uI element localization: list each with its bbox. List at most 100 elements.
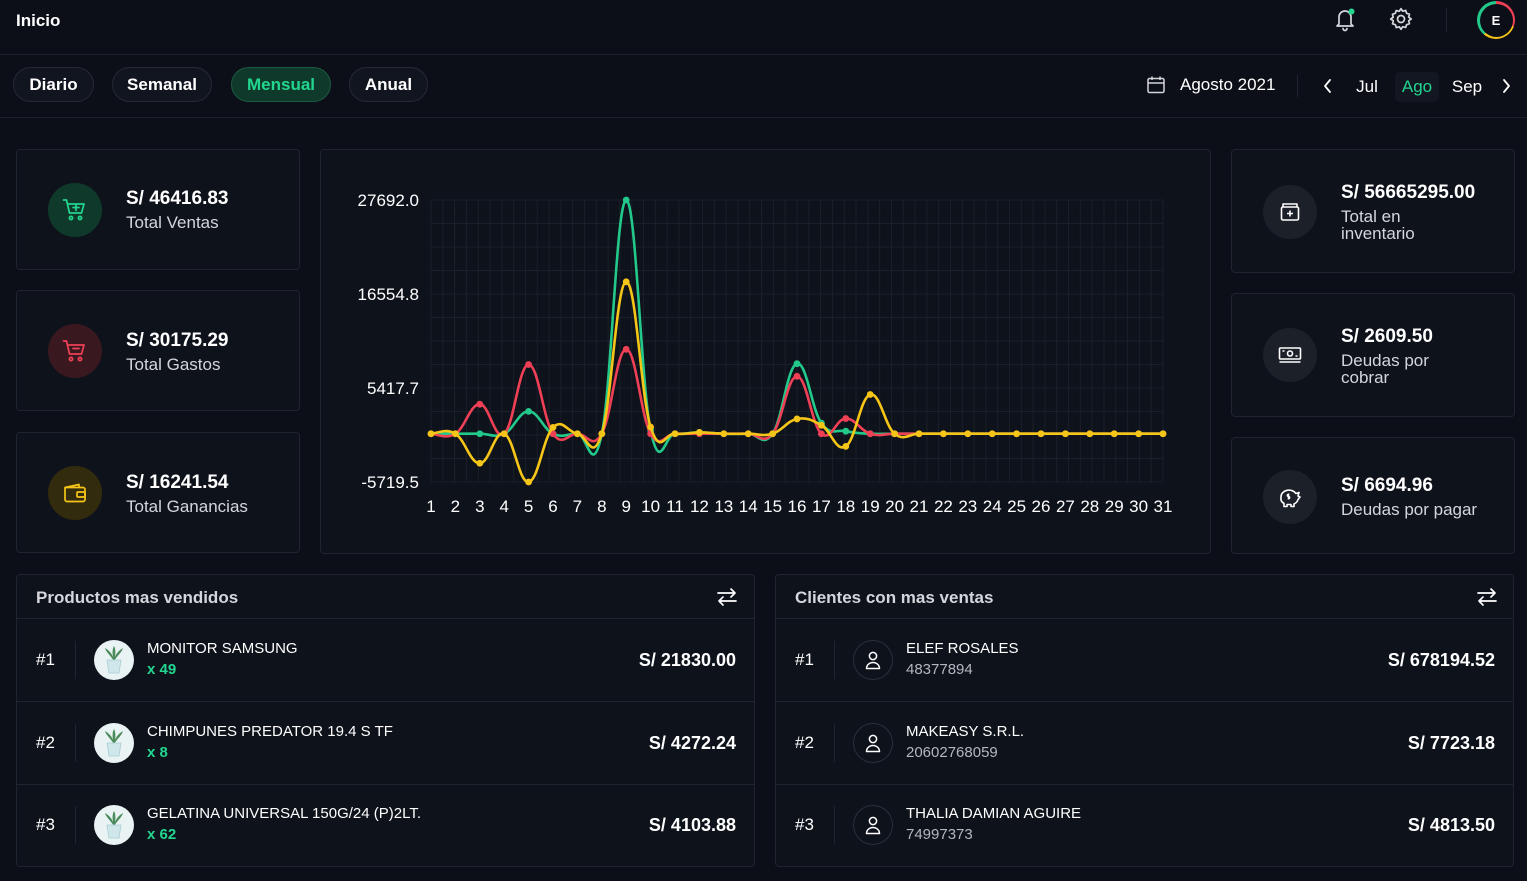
list-item[interactable]: #1 ELEF ROSALES 48377894 S/ 678194.52 [776,619,1513,702]
data-point [1037,430,1045,438]
month-ago[interactable]: Ago [1395,72,1439,102]
user-icon [865,734,881,753]
notifications-button[interactable] [1331,5,1359,33]
list-item[interactable]: #2 MAKEASY S.R.L. 20602768059 S/ 7723.18 [776,702,1513,785]
x-tick-label: 18 [836,497,855,516]
x-tick-label: 21 [910,497,929,516]
tab-semanal[interactable]: Semanal [112,67,212,102]
row-divider [834,724,835,762]
rank-label: #2 [795,733,814,752]
product-name: GELATINA UNIVERSAL 150G/24 (P)2LT. [147,805,421,822]
client-amount: S/ 678194.52 [1387,650,1495,670]
data-point [549,423,557,431]
stat-value: S/ 2609.50 [1341,326,1433,347]
top-bar: Inicio E [0,0,1527,55]
tab-diario[interactable]: Diario [13,67,94,102]
data-point [842,415,850,422]
client-amount: S/ 7723.18 [1407,733,1495,753]
data-point [1013,430,1020,438]
data-point [1062,430,1069,438]
stat-label: Total en inventario [1341,207,1415,243]
client-document: 74997373 [906,826,973,843]
data-point [696,429,703,436]
data-point [476,430,484,438]
product-quantity: x 8 [147,744,168,761]
row-divider [834,806,835,844]
tab-mensual[interactable]: Mensual [231,67,331,102]
calendar-icon[interactable] [1146,75,1166,100]
data-point [574,430,581,438]
y-tick-label: -5719.5 [361,473,419,492]
list-item[interactable]: #2 CHIMPUNES PREDATOR 19.4 S TF x 8 S/ 4… [17,702,754,785]
x-tick-label: 4 [499,497,508,516]
product-amount: S/ 4272.24 [648,733,736,753]
user-icon [865,816,881,835]
x-tick-label: 30 [1129,497,1148,516]
stat-label: Deudas por pagar [1341,500,1478,519]
avatar[interactable]: E [1477,1,1515,39]
row-divider [75,806,76,844]
settings-button[interactable] [1387,5,1415,33]
tab-anual[interactable]: Anual [349,67,428,102]
panel-title: Productos mas vendidos [36,588,239,607]
product-name: CHIMPUNES PREDATOR 19.4 S TF [147,723,393,740]
x-tick-label: 24 [983,497,1002,516]
panel-header: Productos mas vendidos [17,575,754,619]
product-name: MONITOR SAMSUNG [147,640,298,657]
x-tick-label: 3 [475,497,484,516]
chevron-left-icon [1324,79,1331,93]
month-jul[interactable]: Jul [1349,72,1385,102]
rank-label: #3 [795,815,814,834]
data-point [720,430,728,438]
stat-card-deudas-pagar: S/ 6694.96 Deudas por pagar [1231,437,1515,554]
gear-icon [1389,7,1413,31]
product-quantity: x 49 [147,661,177,678]
x-tick-label: 11 [666,497,684,516]
x-tick-label: 16 [788,497,807,516]
data-point [769,430,776,438]
x-tick-label: 31 [1154,497,1173,516]
product-thumbnail [94,805,134,845]
data-point [622,278,630,286]
x-tick-label: 1 [426,497,435,516]
stat-label: Total Ventas [126,213,219,232]
stat-label: Total Gastos [126,355,221,374]
chevron-right-icon [1503,79,1510,93]
piggy-bank-icon [1263,470,1317,524]
swap-sort-button[interactable] [714,584,740,610]
top-clients-panel: Clientes con mas ventas #1 ELEF ROSALES … [775,574,1514,867]
plant-pot-icon [105,729,123,757]
swap-sort-button[interactable] [1474,584,1500,610]
data-point [1135,430,1142,438]
panel-title: Clientes con mas ventas [795,588,994,607]
x-tick-label: 10 [641,497,660,516]
data-point [964,430,972,438]
current-period-label[interactable]: Agosto 2021 [1180,75,1275,95]
period-divider [1297,75,1298,97]
month-sep[interactable]: Sep [1447,72,1487,102]
data-point [891,430,898,438]
stat-card-inventario: S/ 56665295.00 Total en inventario [1231,149,1515,273]
previous-month-button[interactable] [1318,74,1338,98]
stat-value: S/ 6694.96 [1341,475,1433,496]
cart-minus-icon [48,324,102,378]
data-point [988,430,996,438]
top-products-panel: Productos mas vendidos #1 MONITOR SAMSUN… [16,574,755,867]
x-tick-label: 8 [597,497,606,516]
page-title: Inicio [16,11,61,30]
stat-value: S/ 56665295.00 [1341,182,1476,203]
product-amount: S/ 21830.00 [638,650,736,670]
x-tick-label: 6 [548,497,557,516]
cash-icon [1263,328,1317,382]
x-tick-label: 7 [573,497,582,516]
list-item[interactable]: #3 GELATINA UNIVERSAL 150G/24 (P)2LT. x … [17,784,754,867]
data-point [1086,430,1094,438]
list-item[interactable]: #3 THALIA DAMIAN AGUIRE 74997373 S/ 4813… [776,784,1513,867]
list-item[interactable]: #1 MONITOR SAMSUNG x 49 S/ 21830.00 [17,619,754,702]
next-month-button[interactable] [1496,74,1516,98]
data-point [598,430,606,438]
client-name: ELEF ROSALES [906,640,1019,657]
data-point [866,430,874,438]
x-tick-label: 23 [958,497,977,516]
rank-label: #3 [36,815,55,834]
